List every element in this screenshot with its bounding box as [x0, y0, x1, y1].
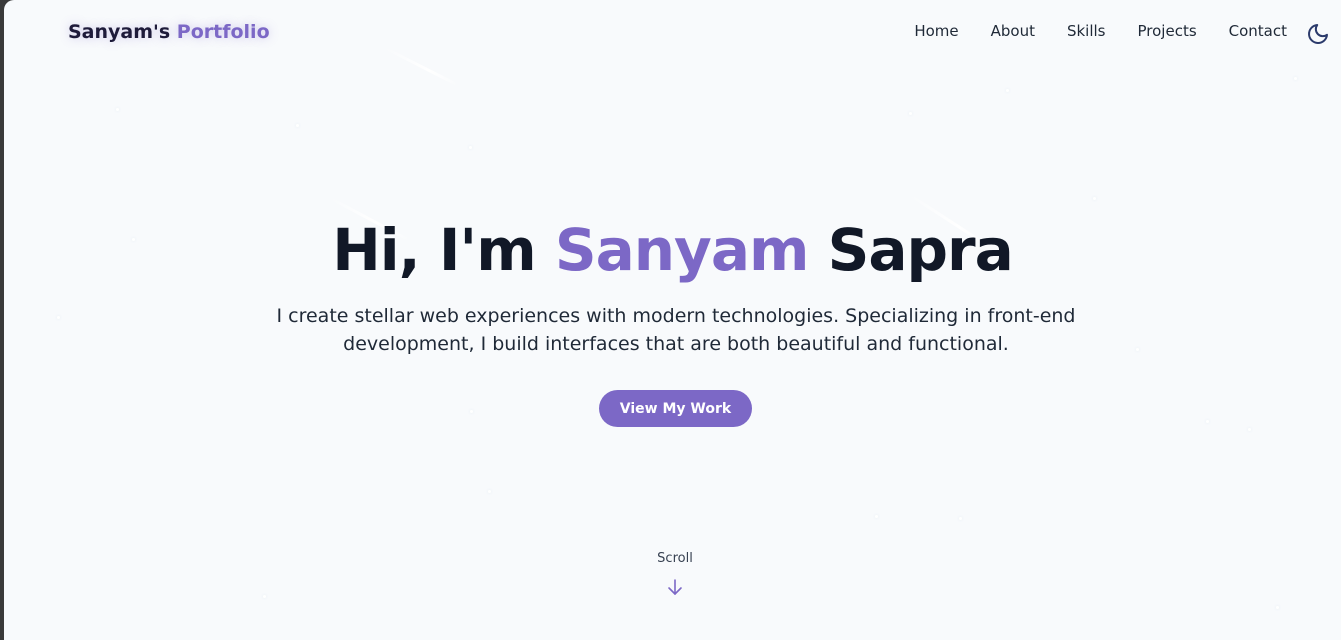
star — [488, 490, 491, 493]
nav-link-projects[interactable]: Projects — [1138, 22, 1197, 40]
star — [296, 124, 299, 127]
star — [1248, 428, 1251, 431]
hero-first-name: Sanyam — [554, 216, 810, 284]
star — [1276, 606, 1279, 609]
star — [1093, 197, 1096, 200]
hero-last-name: Sapra — [827, 216, 1014, 284]
star — [469, 146, 472, 149]
logo-accent: Portfolio — [176, 21, 270, 43]
star — [959, 517, 962, 520]
star — [1206, 420, 1209, 423]
star — [263, 595, 266, 598]
nav-link-about[interactable]: About — [991, 22, 1035, 40]
theme-toggle-button[interactable] — [1306, 22, 1330, 46]
nav-link-contact[interactable]: Contact — [1229, 22, 1287, 40]
star — [116, 108, 119, 111]
hero-greeting: Hi, I'm — [332, 216, 536, 284]
star — [1136, 348, 1139, 351]
star — [1006, 89, 1009, 92]
nav-links: Home About Skills Projects Contact — [914, 22, 1287, 40]
star — [909, 112, 912, 115]
view-my-work-button[interactable]: View My Work — [599, 390, 752, 427]
hero-title: Hi, I'm Sanyam Sapra — [4, 216, 1341, 284]
hero-description: I create stellar web experiences with mo… — [276, 305, 1076, 355]
navbar: Sanyam's Portfolio Home About Skills Pro… — [4, 0, 1341, 66]
site-logo[interactable]: Sanyam's Portfolio — [68, 21, 270, 43]
browser-viewport: Sanyam's Portfolio Home About Skills Pro… — [4, 0, 1341, 640]
nav-link-home[interactable]: Home — [914, 22, 958, 40]
scroll-label: Scroll — [657, 551, 693, 566]
star — [1294, 77, 1297, 80]
moon-icon — [1308, 24, 1328, 44]
star — [57, 316, 60, 319]
nav-link-skills[interactable]: Skills — [1067, 22, 1106, 40]
logo-name: Sanyam's — [68, 21, 171, 43]
arrow-down-icon — [668, 579, 682, 595]
star — [875, 515, 878, 518]
star — [470, 410, 473, 413]
